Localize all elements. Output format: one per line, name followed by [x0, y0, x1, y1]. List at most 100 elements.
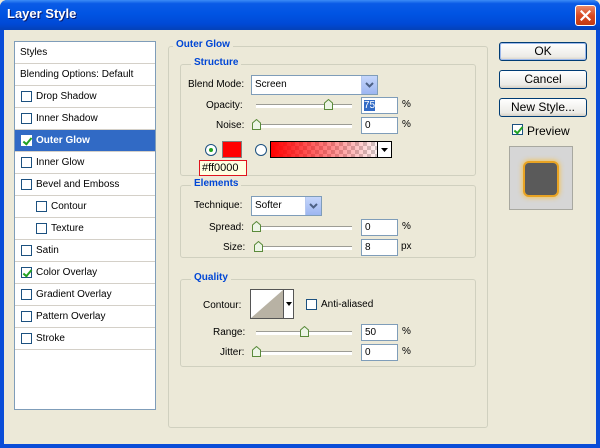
noise-input[interactable]: 0	[361, 117, 398, 134]
elements-title: Elements	[191, 178, 242, 189]
spread-label: Spread:	[209, 222, 245, 233]
styles-list-item[interactable]: Blending Options: Default	[15, 64, 155, 86]
technique-value: Softer	[255, 200, 282, 211]
noise-slider-thumb[interactable]	[251, 119, 261, 130]
styles-list-item[interactable]: Outer Glow	[15, 130, 155, 152]
styles-list-item-label: Bevel and Emboss	[36, 179, 120, 190]
solid-color-radio[interactable]	[205, 144, 217, 156]
style-checkbox[interactable]	[36, 223, 47, 234]
styles-list-item-label: Contour	[51, 201, 87, 212]
style-checkbox[interactable]	[36, 201, 47, 212]
opacity-input[interactable]: 75	[361, 97, 398, 114]
style-checkbox[interactable]	[21, 113, 32, 124]
contour-preview[interactable]	[250, 289, 284, 319]
style-checkbox[interactable]	[21, 179, 32, 190]
size-input[interactable]: 8	[361, 239, 398, 256]
noise-slider-track[interactable]	[256, 124, 352, 127]
jitter-slider-thumb[interactable]	[251, 346, 261, 357]
anti-aliased-label: Anti-aliased	[321, 299, 374, 310]
styles-list: Styles Blending Options: Default Drop Shad…	[14, 41, 156, 410]
ok-button[interactable]: OK	[499, 42, 587, 61]
blend-mode-value: Screen	[255, 79, 287, 90]
size-slider-thumb[interactable]	[254, 241, 264, 252]
styles-list-item-label: Outer Glow	[36, 135, 90, 146]
chevron-down-icon	[309, 203, 318, 209]
range-input[interactable]: 50	[361, 324, 398, 341]
style-checkbox[interactable]	[21, 91, 32, 102]
jitter-slider-track[interactable]	[256, 351, 352, 354]
styles-list-item[interactable]: Inner Shadow	[15, 108, 155, 130]
contour-curve-icon	[251, 290, 283, 318]
window-title: Layer Style	[7, 6, 77, 21]
gradient-swatch[interactable]	[270, 141, 378, 158]
triangle-down-icon	[381, 147, 388, 152]
close-button[interactable]	[575, 5, 596, 26]
styles-list-item[interactable]: Styles	[15, 42, 155, 64]
styles-list-item[interactable]: Drop Shadow	[15, 86, 155, 108]
styles-list-item[interactable]: Satin	[15, 240, 155, 262]
cancel-button[interactable]: Cancel	[499, 70, 587, 89]
blend-mode-select[interactable]: Screen	[251, 75, 378, 95]
size-slider-track[interactable]	[256, 246, 352, 249]
glow-color-swatch[interactable]	[222, 141, 242, 158]
opacity-unit: %	[402, 99, 411, 110]
styles-list-item-label: Pattern Overlay	[36, 311, 106, 322]
styles-list-item[interactable]: Contour	[15, 196, 155, 218]
styles-list-item[interactable]: Texture	[15, 218, 155, 240]
style-preview-box	[509, 146, 573, 210]
range-label: Range:	[213, 327, 246, 338]
noise-unit: %	[402, 119, 411, 130]
style-checkbox[interactable]	[21, 289, 32, 300]
styles-list-item[interactable]: Stroke	[15, 328, 155, 350]
style-preview-swatch	[525, 163, 557, 195]
style-checkbox[interactable]	[21, 311, 32, 322]
title-bar[interactable]: Layer Style	[0, 0, 600, 30]
technique-select[interactable]: Softer	[251, 196, 322, 216]
gradient-picker-button[interactable]	[378, 141, 392, 158]
quality-title: Quality	[191, 272, 231, 283]
noise-label: Noise:	[216, 120, 245, 131]
contour-picker-button[interactable]	[284, 289, 294, 319]
technique-dropdown-button[interactable]	[305, 197, 321, 215]
styles-list-item-label: Styles	[20, 47, 48, 58]
anti-aliased-checkbox[interactable]	[306, 299, 317, 310]
styles-list-item[interactable]: Pattern Overlay	[15, 306, 155, 328]
jitter-value: 0	[365, 347, 371, 358]
style-checkbox[interactable]	[21, 157, 32, 168]
style-checkbox[interactable]	[21, 135, 32, 146]
styles-list-item[interactable]: Color Overlay	[15, 262, 155, 284]
styles-list-item-label: Satin	[36, 245, 59, 256]
chevron-down-icon	[365, 82, 374, 88]
styles-list-item-label: Texture	[51, 223, 84, 234]
technique-label: Technique:	[194, 200, 243, 211]
range-slider-thumb[interactable]	[299, 326, 309, 337]
dialog-body: Styles Blending Options: Default Drop Shad…	[4, 30, 596, 444]
style-checkbox[interactable]	[21, 333, 32, 344]
layer-style-window: Layer Style Styles Blending Options: Defa…	[0, 0, 600, 448]
blend-mode-label: Blend Mode:	[188, 79, 245, 90]
style-checkbox[interactable]	[21, 267, 32, 278]
new-style-button[interactable]: New Style...	[499, 98, 587, 117]
spread-slider-thumb[interactable]	[251, 221, 261, 232]
spread-input[interactable]: 0	[361, 219, 398, 236]
blend-mode-dropdown-button[interactable]	[361, 76, 377, 94]
triangle-down-icon	[285, 302, 292, 306]
color-hex-tooltip: #ff0000	[199, 160, 247, 176]
styles-list-item[interactable]: Bevel and Emboss	[15, 174, 155, 196]
style-checkbox[interactable]	[21, 245, 32, 256]
styles-list-item-label: Inner Shadow	[36, 113, 98, 124]
opacity-slider-track[interactable]	[256, 104, 352, 107]
styles-list-item[interactable]: Inner Glow	[15, 152, 155, 174]
size-value: 8	[365, 242, 371, 253]
spread-slider-track[interactable]	[256, 226, 352, 229]
opacity-slider-thumb[interactable]	[323, 99, 333, 110]
styles-list-item-label: Gradient Overlay	[36, 289, 112, 300]
outer-glow-title: Outer Glow	[173, 39, 233, 50]
opacity-label: Opacity:	[206, 100, 243, 111]
styles-list-item-label: Stroke	[36, 333, 65, 344]
gradient-radio[interactable]	[255, 144, 267, 156]
contour-label: Contour:	[203, 300, 242, 311]
styles-list-item[interactable]: Gradient Overlay	[15, 284, 155, 306]
jitter-input[interactable]: 0	[361, 344, 398, 361]
preview-checkbox[interactable]	[512, 124, 523, 135]
